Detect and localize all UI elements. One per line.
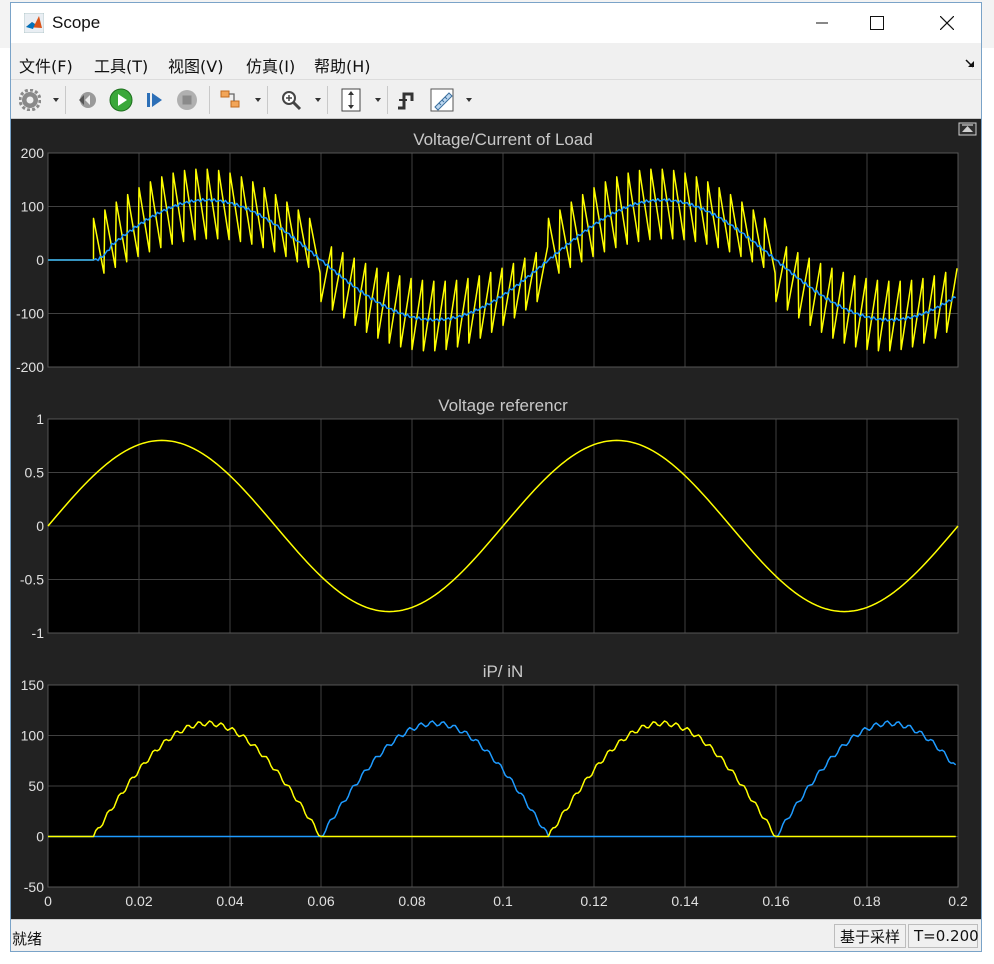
y-tick-label: 0 xyxy=(36,518,44,534)
menu-file[interactable]: 文件(F) xyxy=(19,53,73,77)
minimize-icon xyxy=(816,22,828,24)
stop-icon xyxy=(177,90,197,110)
menu-bar: 文件(F) 工具(T) 视图(V) 仿真(I) 帮助(H) xyxy=(11,45,981,79)
settings-dropdown-icon[interactable] xyxy=(53,98,59,102)
window-title: Scope xyxy=(52,13,101,32)
maximize-button[interactable] xyxy=(854,3,900,43)
title-bar[interactable]: Scope xyxy=(11,3,981,43)
y-tick-label: 200 xyxy=(21,145,45,161)
toolbar-separator xyxy=(327,86,328,114)
highlight-dropdown-icon[interactable] xyxy=(255,98,261,102)
close-button[interactable] xyxy=(924,3,970,43)
restore-button[interactable] xyxy=(73,86,101,114)
status-text: 就绪 xyxy=(12,930,43,948)
autoscale-icon xyxy=(341,88,361,112)
triggers-button[interactable] xyxy=(393,86,421,114)
zoom-dropdown-icon[interactable] xyxy=(315,98,321,102)
triggers-icon xyxy=(398,92,414,110)
y-tick-label: 50 xyxy=(28,778,44,794)
zoom-icon xyxy=(282,91,302,111)
menu-simulation[interactable]: 仿真(I) xyxy=(246,53,295,77)
y-tick-label: 1 xyxy=(36,411,44,427)
toolbar-separator xyxy=(267,86,268,114)
x-tick-label: 0.18 xyxy=(853,893,880,909)
toolbar-separator xyxy=(209,86,210,114)
toolbar-separator xyxy=(387,86,388,114)
measurements-button[interactable] xyxy=(429,86,457,114)
zoom-button[interactable] xyxy=(277,86,305,114)
scope-window: Scope 文件(F) 工具(T) 视图(V) 仿真(I) 帮助(H) Volt… xyxy=(10,2,982,952)
close-icon xyxy=(940,16,954,30)
x-tick-label: 0.12 xyxy=(580,893,607,909)
x-tick-label: 0.04 xyxy=(216,893,243,909)
measurements-dropdown-icon[interactable] xyxy=(466,98,472,102)
dock-arrow-icon[interactable] xyxy=(965,59,975,69)
x-tick-label: 0.08 xyxy=(398,893,425,909)
x-tick-label: 0 xyxy=(44,893,52,909)
minimize-button[interactable] xyxy=(799,3,845,43)
highlight-block-button[interactable] xyxy=(217,86,245,114)
step-forward-button[interactable] xyxy=(141,86,169,114)
y-tick-label: 100 xyxy=(21,199,45,215)
scope-display: Voltage/Current of Load 200 100 0 -100 -200 Vo… xyxy=(11,119,981,919)
sample-mode: 基于采样 xyxy=(834,924,907,948)
toolbar xyxy=(11,79,981,119)
plots-canvas: Voltage/Current of Load2001000-100-200Vo… xyxy=(16,122,977,909)
x-tick-label: 0.06 xyxy=(307,893,334,909)
step-forward-icon xyxy=(147,93,162,107)
gear-icon xyxy=(19,89,41,111)
y-tick-label: 0 xyxy=(36,829,44,845)
status-bar: 就绪 基于采样 T=0.200 xyxy=(11,919,981,951)
x-tick-label: 0.14 xyxy=(671,893,698,909)
y-tick-label: 0 xyxy=(36,252,44,268)
settings-button[interactable] xyxy=(16,86,44,114)
autoscale-button[interactable] xyxy=(337,86,365,114)
restore-icon xyxy=(79,92,96,108)
simulation-time: T=0.200 xyxy=(908,924,979,948)
x-tick-label: 0.1 xyxy=(493,893,513,909)
run-icon xyxy=(109,88,133,112)
highlight-block-icon xyxy=(220,90,240,108)
y-tick-label: -0.5 xyxy=(20,572,44,588)
y-tick-label: 150 xyxy=(21,677,45,693)
y-tick-label: 0.5 xyxy=(25,465,45,481)
stop-button[interactable] xyxy=(173,86,201,114)
y-tick-label: -100 xyxy=(16,306,44,322)
plot-title: Voltage referencr xyxy=(438,396,568,415)
menu-view[interactable]: 视图(V) xyxy=(168,53,223,77)
x-tick-label: 0.16 xyxy=(762,893,789,909)
x-tick-label: 0.02 xyxy=(125,893,152,909)
autoscale-dropdown-icon[interactable] xyxy=(375,98,381,102)
y-tick-label: 100 xyxy=(21,728,45,744)
run-button[interactable] xyxy=(107,86,135,114)
menu-help[interactable]: 帮助(H) xyxy=(314,53,371,77)
y-tick-label: -200 xyxy=(16,359,44,375)
y-tick-label: -50 xyxy=(24,879,44,895)
x-tick-label: 0.2 xyxy=(948,893,968,909)
menu-tools[interactable]: 工具(T) xyxy=(94,53,148,77)
measurements-icon xyxy=(430,88,454,112)
matlab-icon xyxy=(24,13,44,33)
plot-title: iP/ iN xyxy=(483,662,524,681)
toolbar-separator xyxy=(65,86,66,114)
plot-title: Voltage/Current of Load xyxy=(413,130,593,149)
maximize-icon xyxy=(870,16,884,30)
y-tick-label: -1 xyxy=(32,625,45,641)
